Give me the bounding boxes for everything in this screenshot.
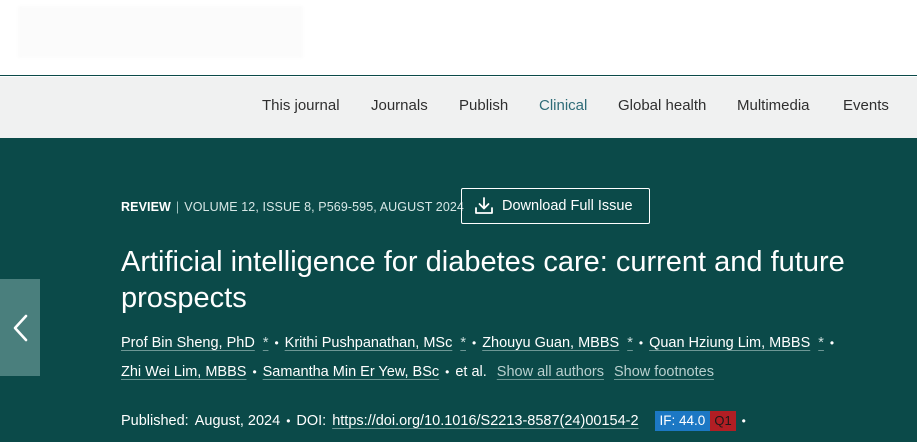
author-link[interactable]: Krithi Pushpanathan, MSc <box>285 335 453 351</box>
author-link[interactable]: Zhouyu Guan, MBBS <box>482 335 619 351</box>
et-al-text: et al. <box>455 364 487 380</box>
info-separator: • <box>741 414 746 428</box>
published-label: Published: <box>121 413 189 429</box>
download-button-label: Download Full Issue <box>502 198 633 214</box>
author-separator: • <box>471 336 477 350</box>
nav-item-this-journal[interactable]: This journal <box>262 97 340 114</box>
article-type: REVIEW <box>121 200 171 214</box>
author-footnote-marker[interactable]: * <box>460 335 466 351</box>
site-header <box>0 0 917 76</box>
author-footnote-marker[interactable]: * <box>263 335 269 351</box>
quartile-badge: Q1 <box>710 411 736 431</box>
chevron-left-icon <box>13 314 28 341</box>
doi-label: DOI: <box>296 413 327 429</box>
author-link[interactable]: Quan Hziung Lim, MBBS <box>649 335 810 351</box>
nav-item-clinical[interactable]: Clinical <box>539 97 587 114</box>
author-separator: • <box>445 365 450 379</box>
previous-article-button[interactable] <box>0 279 40 376</box>
author-link[interactable]: Samantha Min Er Yew, BSc <box>263 364 440 380</box>
author-link[interactable]: Zhi Wei Lim, MBBS <box>121 364 246 380</box>
authors-line-2: Zhi Wei Lim, MBBS • Samantha Min Er Yew,… <box>121 364 714 380</box>
show-footnotes-link[interactable]: Show footnotes <box>614 364 714 380</box>
nav-item-global-health[interactable]: Global health <box>618 97 706 114</box>
nav-item-journals[interactable]: Journals <box>371 97 428 114</box>
journal-logo[interactable] <box>18 6 303 58</box>
author-separator: • <box>252 365 257 379</box>
nav-item-events[interactable]: Events <box>843 97 889 114</box>
publication-info: Published: August, 2024 • DOI: https://d… <box>121 411 752 431</box>
impact-factor-badge: IF: 44.0 <box>654 411 711 431</box>
article-header: REVIEW | VOLUME 12, ISSUE 8, P569-595, AUG… <box>0 138 917 442</box>
download-icon <box>475 197 493 214</box>
author-separator: • <box>274 336 279 350</box>
author-footnote-marker[interactable]: * <box>818 335 824 351</box>
author-link[interactable]: Prof Bin Sheng, PhD <box>121 335 255 351</box>
article-title: Artificial intelligence for diabetes car… <box>121 246 845 314</box>
meta-separator: | <box>175 200 180 214</box>
info-separator: • <box>286 414 291 428</box>
doi-link[interactable]: https://doi.org/10.1016/S2213-8587(24)00… <box>332 413 638 429</box>
nav-item-multimedia[interactable]: Multimedia <box>737 97 810 114</box>
nav-item-publish[interactable]: Publish <box>459 97 508 114</box>
show-all-authors-link[interactable]: Show all authors <box>497 364 604 380</box>
article-meta: REVIEW | VOLUME 12, ISSUE 8, P569-595, AUG… <box>121 200 464 214</box>
volume-info[interactable]: VOLUME 12, ISSUE 8, P569-595, AUGUST 202… <box>184 200 464 214</box>
author-footnote-marker[interactable]: * <box>627 335 633 351</box>
author-separator: • <box>638 336 644 350</box>
authors-line-1: Prof Bin Sheng, PhD * • Krithi Pushpanat… <box>121 335 840 351</box>
published-date: August, 2024 <box>194 413 281 429</box>
download-full-issue-button[interactable]: Download Full Issue <box>461 188 650 224</box>
author-separator: • <box>829 336 835 350</box>
main-nav: This journal Journals Publish Clinical G… <box>0 77 917 138</box>
